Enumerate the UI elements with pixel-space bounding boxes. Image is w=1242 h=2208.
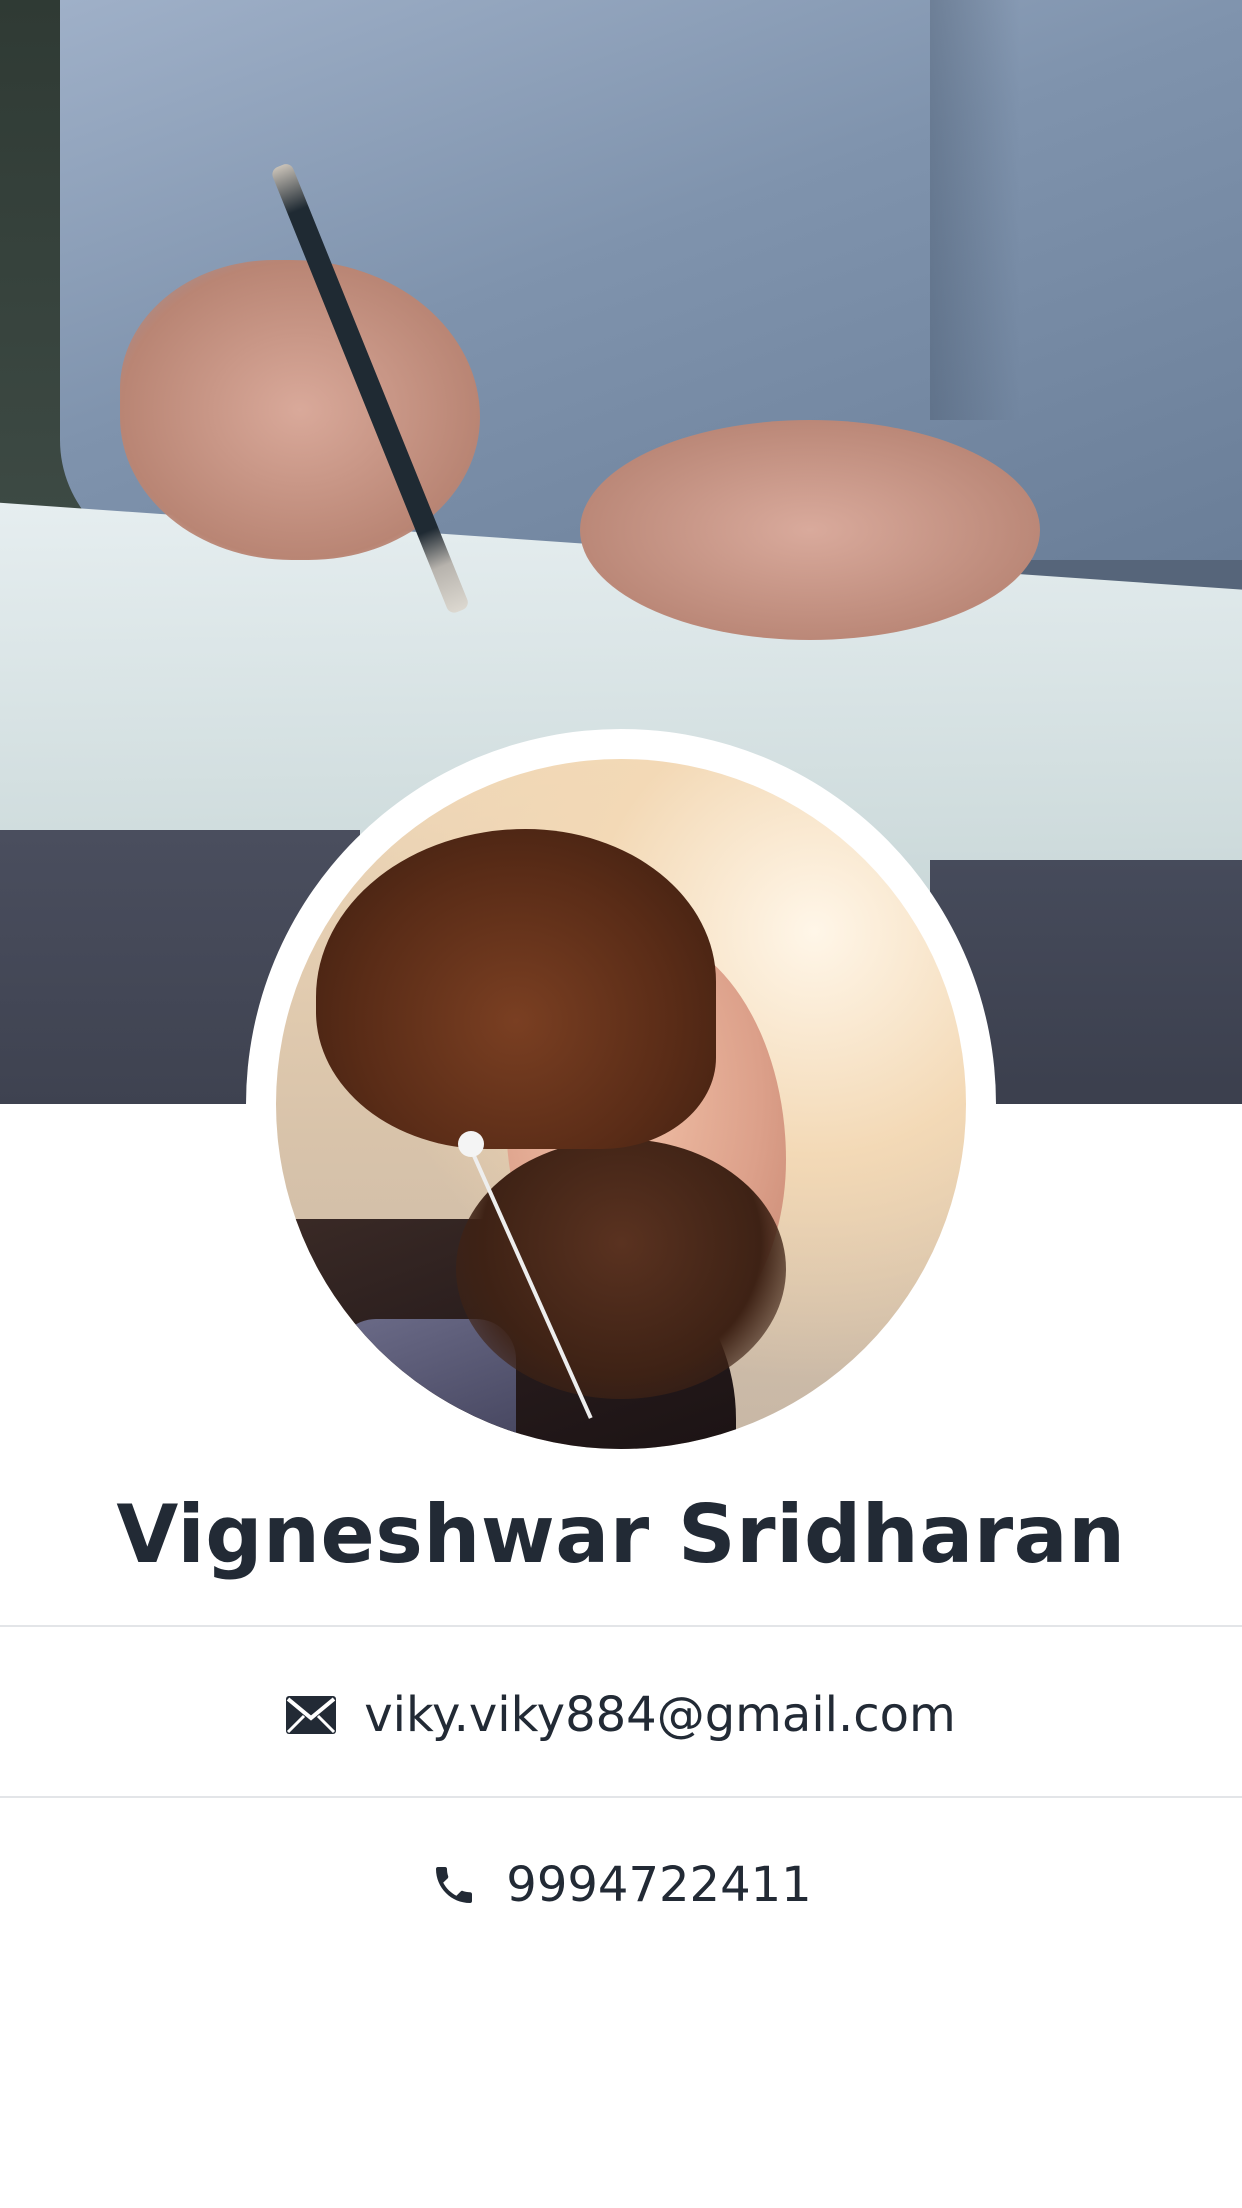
profile-name: Vigneshwar Sridharan (116, 1488, 1126, 1581)
email-text[interactable]: viky.viky884@gmail.com (364, 1687, 956, 1743)
envelope-icon (286, 1696, 337, 1734)
divider (0, 1796, 1242, 1798)
profile-page: Vigneshwar Sridharan viky.viky884@gmail.… (0, 0, 1242, 2208)
phone-icon (430, 1861, 478, 1909)
phone-text[interactable]: 9994722411 (506, 1857, 811, 1913)
avatar (276, 759, 966, 1449)
email-row[interactable]: viky.viky884@gmail.com (0, 1680, 1242, 1750)
divider (0, 1625, 1242, 1627)
phone-row[interactable]: 9994722411 (0, 1850, 1242, 1920)
